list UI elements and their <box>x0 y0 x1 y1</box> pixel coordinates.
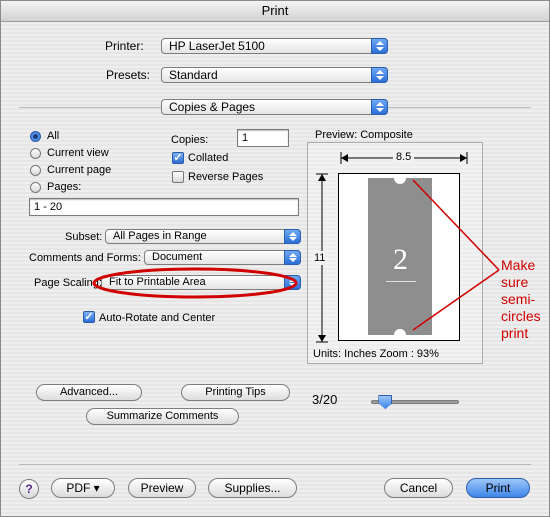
scaling-highlight-ellipse <box>92 267 298 299</box>
preview-height-label: 11 <box>314 251 326 265</box>
reverse-pages-label: Reverse Pages <box>188 171 264 183</box>
separator <box>19 464 531 465</box>
comments-popup[interactable]: Document <box>144 250 301 265</box>
annotation-line: semi- <box>501 291 536 307</box>
printer-label: Printer: <box>105 39 144 53</box>
preview-width-label: 8.5 <box>393 151 415 163</box>
presets-popup[interactable]: Standard <box>161 67 388 83</box>
reverse-pages-checkbox[interactable] <box>172 171 184 183</box>
radio-current-view-label: Current view <box>47 147 109 159</box>
print-dialog: Print Printer: HP LaserJet 5100 Presets:… <box>0 0 550 517</box>
radio-current-page-label: Current page <box>47 164 112 176</box>
page-range-input[interactable] <box>29 198 299 216</box>
popup-arrows-icon <box>284 229 301 244</box>
annotation-line: sure <box>501 274 529 290</box>
annotation-line: circles <box>501 308 541 324</box>
radio-current-view[interactable] <box>30 148 41 159</box>
radio-pages[interactable] <box>30 182 41 193</box>
page-slider-thumb[interactable] <box>378 395 393 409</box>
subset-value: All Pages in Range <box>113 230 207 242</box>
cancel-button[interactable]: Cancel <box>384 478 453 498</box>
help-button[interactable]: ? <box>19 479 39 499</box>
popup-arrows-icon <box>284 250 301 265</box>
preview-units: Units: Inches Zoom : 93% <box>313 348 439 360</box>
radio-all-label: All <box>47 130 60 142</box>
radio-all[interactable] <box>30 131 41 142</box>
printer-value: HP LaserJet 5100 <box>169 39 265 53</box>
collated-checkbox[interactable]: ✓ <box>172 152 184 164</box>
popup-arrows-icon <box>371 99 388 115</box>
printing-tips-button[interactable]: Printing Tips <box>181 384 290 401</box>
radio-current-page[interactable] <box>30 165 41 176</box>
comments-value: Document <box>152 251 203 263</box>
annotation-text: Make sure semi- circles print <box>501 257 541 342</box>
summarize-comments-button[interactable]: Summarize Comments <box>86 408 239 425</box>
panel-popup[interactable]: Copies & Pages <box>161 99 388 115</box>
autorotate-label: Auto-Rotate and Center <box>99 312 216 324</box>
copies-label: Copies: <box>171 134 209 146</box>
window-title: Print <box>1 1 549 22</box>
presets-label: Presets: <box>106 68 151 82</box>
advanced-button[interactable]: Advanced... <box>36 384 142 401</box>
supplies-button[interactable]: Supplies... <box>208 478 297 498</box>
annotation-lines <box>412 179 500 331</box>
radio-pages-label: Pages: <box>47 181 82 193</box>
popup-arrows-icon <box>371 67 388 83</box>
collated-label: Collated <box>188 152 229 164</box>
pdf-menu-button[interactable]: PDF ▾ <box>51 478 115 498</box>
panel-value: Copies & Pages <box>169 100 256 114</box>
subset-label: Subset: <box>65 231 103 243</box>
annotation-line: print <box>501 325 529 341</box>
preview-button[interactable]: Preview <box>128 478 196 498</box>
printer-popup[interactable]: HP LaserJet 5100 <box>161 38 388 54</box>
autorotate-checkbox[interactable]: ✓ <box>83 311 95 323</box>
page-counter: 3/20 <box>312 392 338 407</box>
print-button[interactable]: Print <box>466 478 530 498</box>
preview-title: Preview: Composite <box>315 129 413 141</box>
copies-input[interactable] <box>237 129 289 147</box>
annotation-line: Make <box>501 257 536 273</box>
popup-arrows-icon <box>371 38 388 54</box>
presets-value: Standard <box>169 68 218 82</box>
subset-popup[interactable]: All Pages in Range <box>105 229 301 244</box>
comments-label: Comments and Forms: <box>29 252 141 264</box>
